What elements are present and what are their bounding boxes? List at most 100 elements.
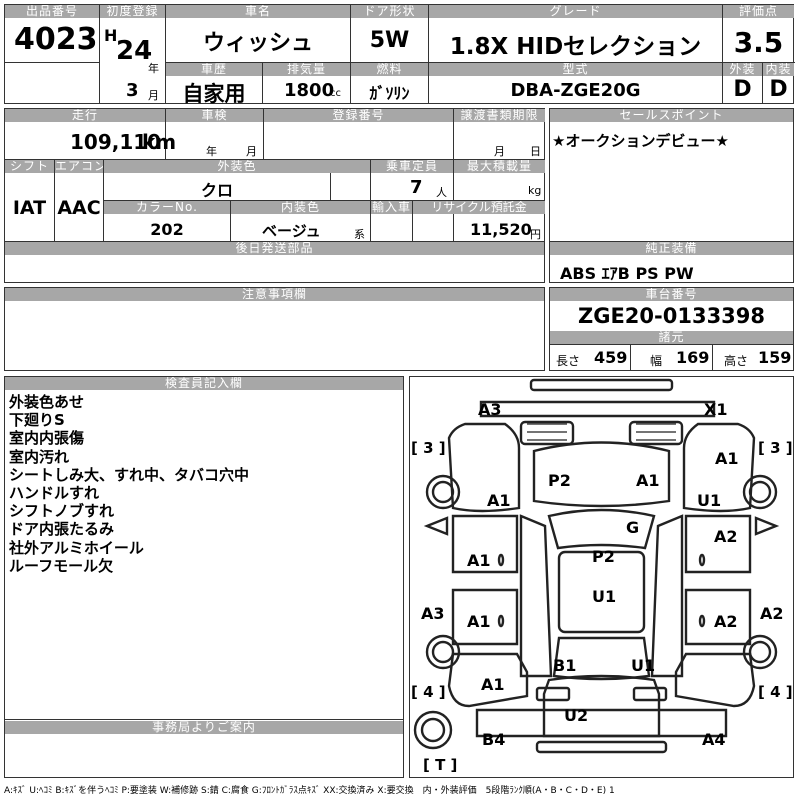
transfer-label: 譲渡書類期限 [454, 109, 545, 122]
grade: 1.8X HIDセレクション [449, 34, 702, 60]
car-name: ウィッシュ [202, 31, 313, 56]
history: 自家用 [182, 82, 246, 106]
length-label: 長さ [556, 354, 581, 368]
recycle-unit: 円 [530, 228, 541, 241]
tire-mark-front-right: [ 3 ] [758, 439, 793, 457]
inspector-label: 検査員記入欄 [5, 377, 403, 390]
chassis-label: 車台番号 [550, 288, 793, 301]
damage-rear-bumper: U2 [564, 706, 589, 725]
color-no: 202 [150, 220, 184, 239]
int-color-label: 内装色 [231, 201, 370, 214]
ext-grade-label: 外装 [723, 63, 762, 76]
damage-door-rr: A2 [714, 612, 738, 631]
damage-quarter-rear-left: A1 [481, 675, 505, 694]
int-grade: D [769, 77, 788, 102]
sales-point-label: セールスポイント [550, 109, 793, 122]
chassis-number: ZGE20-0133398 [577, 304, 766, 328]
max-load-unit: kg [528, 184, 542, 197]
tire-mark-rear-right: [ 4 ] [758, 683, 793, 701]
int-color: ベージュ [262, 222, 321, 240]
doors-label: ドア形状 [351, 5, 428, 18]
damage-front-left: A3 [478, 400, 502, 419]
grade-label: グレード [429, 5, 722, 18]
fuel-label: 燃料 [351, 63, 428, 76]
inspection-label: 車検 [166, 109, 263, 122]
mileage-label: 走行 [5, 109, 165, 122]
damage-door-fr: A2 [714, 527, 738, 546]
width: 169 [676, 348, 710, 367]
remark-line: ルーフモール欠 [9, 556, 114, 575]
month-unit: 月 [148, 89, 159, 102]
shift: IAT [12, 197, 47, 219]
displacement-unit: cc [330, 88, 341, 99]
damage-quarter-left: A3 [421, 604, 445, 623]
remark-line: 外装色あせ [9, 393, 85, 411]
damage-pillar-right: U1 [697, 491, 722, 510]
damage-roof-rear: U1 [592, 587, 617, 606]
recycle: 11,520 [470, 220, 532, 239]
score: 3.5 [733, 26, 784, 59]
damage-hood-right: A1 [636, 471, 660, 490]
mileage-unit: km [142, 130, 177, 154]
later-parts-label: 後日発送部品 [5, 242, 544, 255]
remark-line: シートしみ大、すれ中、タバコ穴中 [9, 465, 250, 484]
equipment-label: 純正装備 [550, 242, 793, 255]
height: 159 [758, 348, 792, 367]
damage-fender-left: A1 [487, 491, 511, 510]
damage-door-fl: A1 [467, 551, 491, 570]
max-load-label: 最大積載量 [454, 160, 545, 173]
color-no-label: カラーNo. [104, 201, 230, 214]
history-label: 車歴 [166, 63, 262, 76]
transfer-day-unit: 日 [530, 145, 541, 158]
damage-roof: P2 [592, 547, 615, 566]
damage-windshield: G [626, 518, 640, 537]
damage-quarter-right: A2 [760, 604, 784, 623]
height-label: 高さ [724, 354, 749, 368]
equipment: ABS ｴｱB PS PW [560, 264, 694, 283]
import-label: 輸入車 [371, 201, 412, 214]
score-label: 評価点 [723, 5, 794, 18]
reg-year: 24 [116, 36, 153, 66]
remark-line: ドア内張たるみ [9, 520, 115, 539]
displacement: 1800 [284, 80, 335, 101]
damage-fender-right: A1 [715, 449, 739, 468]
lot-no: 4023 [14, 22, 98, 57]
damage-trunk-left: B1 [553, 656, 577, 675]
fuel: ｶﾞｿﾘﾝ [369, 84, 410, 103]
recycle-label: リサイクル預託金 [413, 201, 545, 214]
damage-rear-left: B4 [482, 730, 506, 749]
ac: AAC [57, 197, 101, 219]
tire-mark-spare: [ T ] [423, 756, 458, 774]
ext-color-label: 外装色 [104, 160, 370, 173]
int-color-unit: 系 [354, 228, 365, 241]
damage-hood-left: P2 [548, 471, 571, 490]
sales-point: ★オークションデビュー★ [552, 132, 729, 150]
length: 459 [594, 348, 628, 367]
damage-trunk-right: U1 [631, 656, 656, 675]
transfer-month-unit: 月 [494, 145, 505, 158]
remark-line: 社外アルミホイール [9, 538, 144, 557]
ac-label: エアコン [55, 160, 103, 173]
tire-mark-front-left: [ 3 ] [411, 439, 446, 457]
width-label: 幅 [650, 354, 663, 368]
remark-line: 下廻りS [9, 411, 65, 430]
remark-line: 室内汚れ [9, 447, 70, 466]
inspector-remarks: 外装色あせ 下廻りS 室内内張傷 室内汚れ シートしみ大、すれ中、タバコ穴中 ハ… [9, 393, 249, 575]
damage-door-rl: A1 [467, 612, 491, 631]
insp-year-unit: 年 [206, 145, 217, 158]
doors: 5W [369, 28, 410, 53]
car-diagram [413, 378, 780, 754]
reg-month: 3 [126, 80, 139, 101]
remark-line: シフトノブすれ [9, 502, 115, 521]
year-unit: 年 [148, 62, 159, 75]
notes-label: 注意事項欄 [5, 288, 544, 301]
capacity-unit: 人 [436, 186, 447, 199]
int-grade-label: 内装 [763, 63, 794, 76]
shift-label: シフト [5, 160, 54, 173]
reg-no-label: 登録番号 [264, 109, 453, 122]
damage-rear-right: A4 [702, 730, 726, 749]
model-label: 型式 [429, 63, 722, 76]
ext-grade: D [733, 77, 752, 102]
first-reg-label: 初度登録 [100, 5, 165, 18]
lot-no-label: 出品番号 [5, 5, 99, 18]
